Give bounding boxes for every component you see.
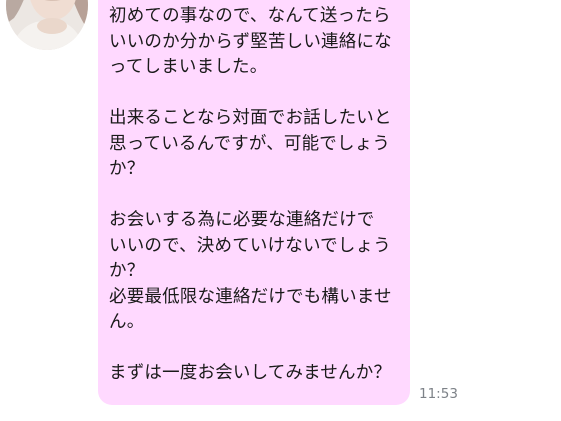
message-bubble[interactable]: 初めての事なので、なんて送ったら いいのか分からず堅苦しい連絡にな ってしまいま… — [98, 0, 410, 405]
sender-avatar[interactable] — [6, 0, 88, 50]
avatar-photo-icon — [6, 0, 88, 50]
message-text: 初めての事なので、なんて送ったら いいのか分からず堅苦しい連絡にな ってしまいま… — [109, 6, 392, 383]
chat-screen: 初めての事なので、なんて送ったら いいのか分からず堅苦しい連絡にな ってしまいま… — [0, 0, 561, 421]
message-timestamp: 11:53 — [419, 386, 458, 402]
